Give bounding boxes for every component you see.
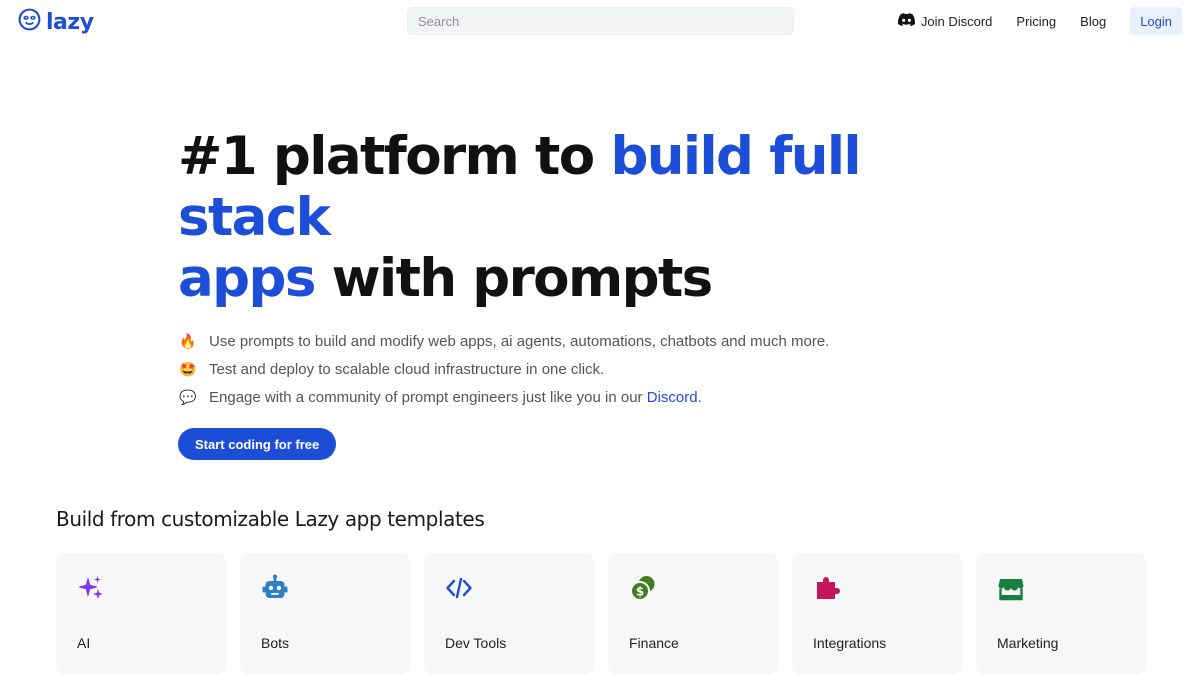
feature-text-before: Engage with a community of prompt engine…: [209, 388, 647, 406]
puzzle-icon: [812, 573, 842, 603]
templates-heading: Build from customizable Lazy app templat…: [56, 507, 485, 531]
template-card-finance[interactable]: $ Finance: [608, 553, 778, 674]
feature-text: Engage with a community of prompt engine…: [209, 389, 702, 406]
discord-inline-link[interactable]: Discord: [647, 389, 698, 406]
template-card-label: AI: [77, 635, 91, 651]
template-card-label: Finance: [629, 635, 679, 651]
discord-icon: [897, 13, 915, 29]
hero-title-accent2: apps: [178, 248, 316, 309]
template-card-label: Integrations: [813, 635, 887, 651]
template-card-label: Bots: [261, 635, 290, 651]
template-cards: AI Bots Dev Tools $ Finance Integrations…: [56, 553, 1146, 674]
nav-links: Join Discord Pricing Blog Login: [897, 7, 1182, 35]
fire-icon: 🔥: [179, 332, 197, 349]
top-navigation-bar: lazy Join Discord Pricing Blog Login: [0, 0, 1200, 44]
template-card-integrations[interactable]: Integrations: [792, 553, 962, 674]
storefront-icon: [996, 573, 1026, 603]
feature-item: 🔥 Use prompts to build and modify web ap…: [178, 327, 998, 355]
coins-icon: $: [628, 573, 658, 603]
hero-section: #1 platform to build full stack apps with…: [178, 126, 998, 460]
join-discord-label: Join Discord: [920, 13, 993, 29]
feature-text: Use prompts to build and modify web apps…: [209, 332, 830, 350]
join-discord-link[interactable]: Join Discord: [897, 13, 993, 29]
lazy-logo[interactable]: lazy: [18, 8, 94, 36]
hero-title-part2: with prompts: [314, 248, 714, 309]
hero-title-part1: #1 platform to: [178, 126, 611, 187]
start-coding-button[interactable]: Start coding for free: [178, 428, 337, 460]
feature-item: 🤩 Test and deploy to scalable cloud infr…: [178, 355, 998, 383]
sparkles-icon: [76, 573, 106, 603]
hero-title: #1 platform to build full stack apps with…: [178, 126, 998, 309]
svg-text:$: $: [636, 585, 644, 599]
login-button[interactable]: Login: [1130, 7, 1182, 35]
feature-list: 🔥 Use prompts to build and modify web ap…: [178, 327, 998, 411]
code-icon: [444, 573, 474, 603]
speech-bubble-icon: 💬: [179, 388, 197, 405]
sloth-face-icon: [18, 8, 41, 36]
robot-icon: [260, 573, 290, 603]
template-card-marketing[interactable]: Marketing: [976, 553, 1146, 674]
template-card-ai[interactable]: AI: [56, 553, 226, 674]
template-card-dev-tools[interactable]: Dev Tools: [424, 553, 594, 674]
blog-link[interactable]: Blog: [1080, 14, 1106, 29]
feature-text: Test and deploy to scalable cloud infras…: [209, 360, 605, 378]
star-struck-icon: 🤩: [179, 360, 197, 377]
feature-text-after: .: [697, 388, 702, 406]
pricing-link[interactable]: Pricing: [1016, 14, 1056, 29]
logo-wordmark: lazy: [46, 9, 94, 35]
feature-item: 💬 Engage with a community of prompt engi…: [178, 383, 998, 411]
search-input[interactable]: [407, 7, 794, 35]
template-card-label: Dev Tools: [445, 635, 507, 651]
template-card-label: Marketing: [997, 635, 1059, 651]
template-card-bots[interactable]: Bots: [240, 553, 410, 674]
